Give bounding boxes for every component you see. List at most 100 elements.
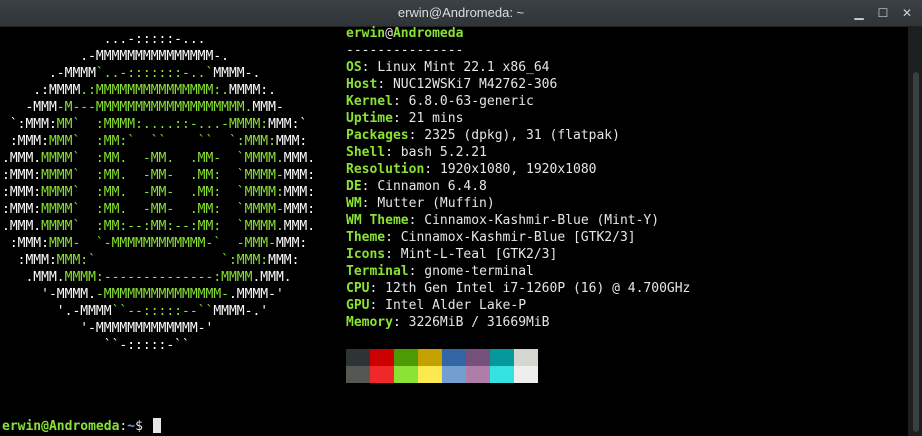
info-field-label: GPU (346, 298, 370, 313)
logo-segment: MMM: (268, 253, 300, 268)
info-field: GPU: Intel Alder Lake-P (346, 297, 690, 314)
logo-segment: MMM:` `:MMM: (56, 253, 269, 268)
info-field-colon: : (377, 77, 393, 92)
palette-swatch (442, 349, 466, 366)
scrollbar[interactable] (908, 27, 922, 436)
info-field-value: 12th Gen Intel i7-1260P (16) @ 4.700GHz (385, 281, 691, 296)
terminal-window: erwin@Andromeda: ~ ▁ ☐ ✕ ...-:::::-... .… (0, 0, 922, 436)
logo-segment: MMMM` :MM:--:MM:--:MM: `MMMM. (41, 219, 284, 234)
info-field-value: Cinnamox-Kashmir-Blue (Mint-Y) (424, 213, 660, 228)
info-field-value: Mint-L-Teal [GTK2/3] (400, 247, 558, 262)
prompt-symbol: $ (135, 419, 151, 434)
user-host-line: erwin@Andromeda (346, 25, 690, 42)
system-info: erwin@Andromeda --------------- OS: Linu… (346, 25, 690, 331)
info-field-colon: : (369, 281, 386, 296)
info-field-colon: : (424, 162, 440, 177)
info-separator: --------------- (346, 43, 464, 58)
logo-segment: MMM: (283, 202, 316, 217)
info-field-colon: : (385, 145, 401, 160)
logo-segment: `..-:::::::-..` (95, 66, 214, 81)
logo-segment: MMMM:--------------:MMMM (64, 270, 253, 285)
info-field-colon: : (369, 298, 386, 313)
logo-segment: :MMM: (2, 236, 49, 251)
info-field-label: WM Theme (346, 213, 409, 228)
info-field-value: 3226MiB / 31669MiB (408, 315, 550, 330)
palette-swatch (466, 349, 490, 366)
info-field-label: Kernel (346, 94, 393, 109)
palette-swatch (370, 349, 394, 366)
logo-segment: '-MMMM. (2, 287, 96, 302)
info-field-colon: : (392, 111, 409, 126)
info-field-colon: : (408, 213, 425, 228)
info-field-value: NUC12WSKi7 M42762-306 (392, 77, 558, 92)
logo-segment: .MMM. (2, 151, 42, 166)
info-field-label: Host (346, 77, 378, 92)
logo-segment: ...-:::::-... (2, 32, 206, 47)
distro-logo-ascii: ...-:::::-... .-MMMMMMMMMMMMMMM-. .-MMMM… (2, 31, 315, 354)
info-field-value: Mutter (Muffin) (377, 196, 495, 211)
terminal-area[interactable]: ...-:::::-... .-MMMMMMMMMMMMMMM-. .-MMMM… (0, 25, 908, 436)
info-field: Theme: Cinnamox-Kashmir-Blue [GTK2/3] (346, 229, 690, 246)
minimize-button[interactable]: ▁ (850, 4, 868, 22)
info-field: Resolution: 1920x1080, 1920x1080 (346, 161, 690, 178)
logo-segment: `:MMM: (2, 117, 57, 132)
logo-segment: -MMMMMMMMMMMMMMM- (95, 287, 229, 302)
close-button[interactable]: ✕ (898, 4, 916, 22)
logo-segment: ``--:::::--`` (111, 304, 214, 319)
palette-swatch (490, 366, 514, 383)
maximize-button[interactable]: ☐ (874, 4, 892, 22)
logo-segment: MMM:` (268, 117, 308, 132)
logo-segment: .-MMMM (2, 66, 96, 81)
info-field: Uptime: 21 mins (346, 110, 690, 127)
logo-segment: MMM: (283, 168, 316, 183)
info-field: WM: Mutter (Muffin) (346, 195, 690, 212)
info-user: erwin (346, 26, 386, 41)
info-field: Host: NUC12WSKi7 M42762-306 (346, 76, 690, 93)
info-field-colon: : (408, 264, 425, 279)
info-field-label: OS (346, 60, 362, 75)
window-title: erwin@Andromeda: ~ (397, 5, 525, 20)
palette-swatch (394, 366, 418, 383)
info-host: Andromeda (392, 26, 464, 41)
info-field-label: Uptime (346, 111, 393, 126)
info-field-colon: : (385, 247, 401, 262)
info-field-value: 1920x1080, 1920x1080 (439, 162, 597, 177)
info-field: Kernel: 6.8.0-63-generic (346, 93, 690, 110)
logo-segment: -M---MMMMMMMMMMMMMMMMMMM. (56, 100, 253, 115)
palette-normal-row (346, 349, 538, 366)
logo-segment: '.-MMMM (2, 304, 112, 319)
palette-swatch (394, 349, 418, 366)
palette-swatch (370, 366, 394, 383)
palette-swatch (466, 366, 490, 383)
info-field-value: 2325 (dpkg), 31 (flatpak) (424, 128, 620, 143)
scrollbar-thumb[interactable] (913, 72, 919, 432)
logo-segment: MMM` :MM:` `` `` `:MMM: (48, 134, 276, 149)
palette-swatch (346, 349, 370, 366)
logo-segment: .MMM. (252, 270, 292, 285)
window-controls: ▁ ☐ ✕ (850, 4, 916, 22)
logo-segment: -MMM (2, 100, 57, 115)
logo-segment: :MMM: (2, 134, 49, 149)
info-field-label: Memory (346, 315, 393, 330)
logo-segment: MMM: (275, 134, 308, 149)
logo-segment: .MMM. (2, 270, 65, 285)
logo-segment: '-MMMMMMMMMMMMM-' (2, 321, 214, 336)
info-field-colon: : (392, 94, 409, 109)
info-field-colon: : (385, 230, 401, 245)
info-field-label: WM (346, 196, 362, 211)
info-field-label: CPU (346, 281, 370, 296)
logo-segment: .-MMMMMMMMMMMMMMM-. (2, 49, 229, 64)
shell-prompt[interactable]: erwin@Andromeda:~$ (2, 418, 161, 435)
info-field-value: 6.8.0-63-generic (408, 94, 534, 109)
palette-swatch (418, 349, 442, 366)
logo-segment: MMM- `-MMMMMMMMMMMM-` -MMM- (48, 236, 276, 251)
info-at: @ (385, 26, 393, 41)
color-palette (346, 349, 538, 383)
logo-segment: MMMM-.' (213, 304, 269, 319)
logo-segment: MMMM` :MM. -MM- .MM: `MMMM- (41, 168, 284, 183)
logo-segment: MMMM` :MM. -MM- .MM: `MMMM: (41, 185, 284, 200)
logo-segment: MMM. (283, 219, 316, 234)
info-field-value: Cinnamon 6.4.8 (377, 179, 487, 194)
title-bar[interactable]: erwin@Andromeda: ~ ▁ ☐ ✕ (0, 0, 922, 27)
logo-segment: :MMM: (2, 253, 57, 268)
